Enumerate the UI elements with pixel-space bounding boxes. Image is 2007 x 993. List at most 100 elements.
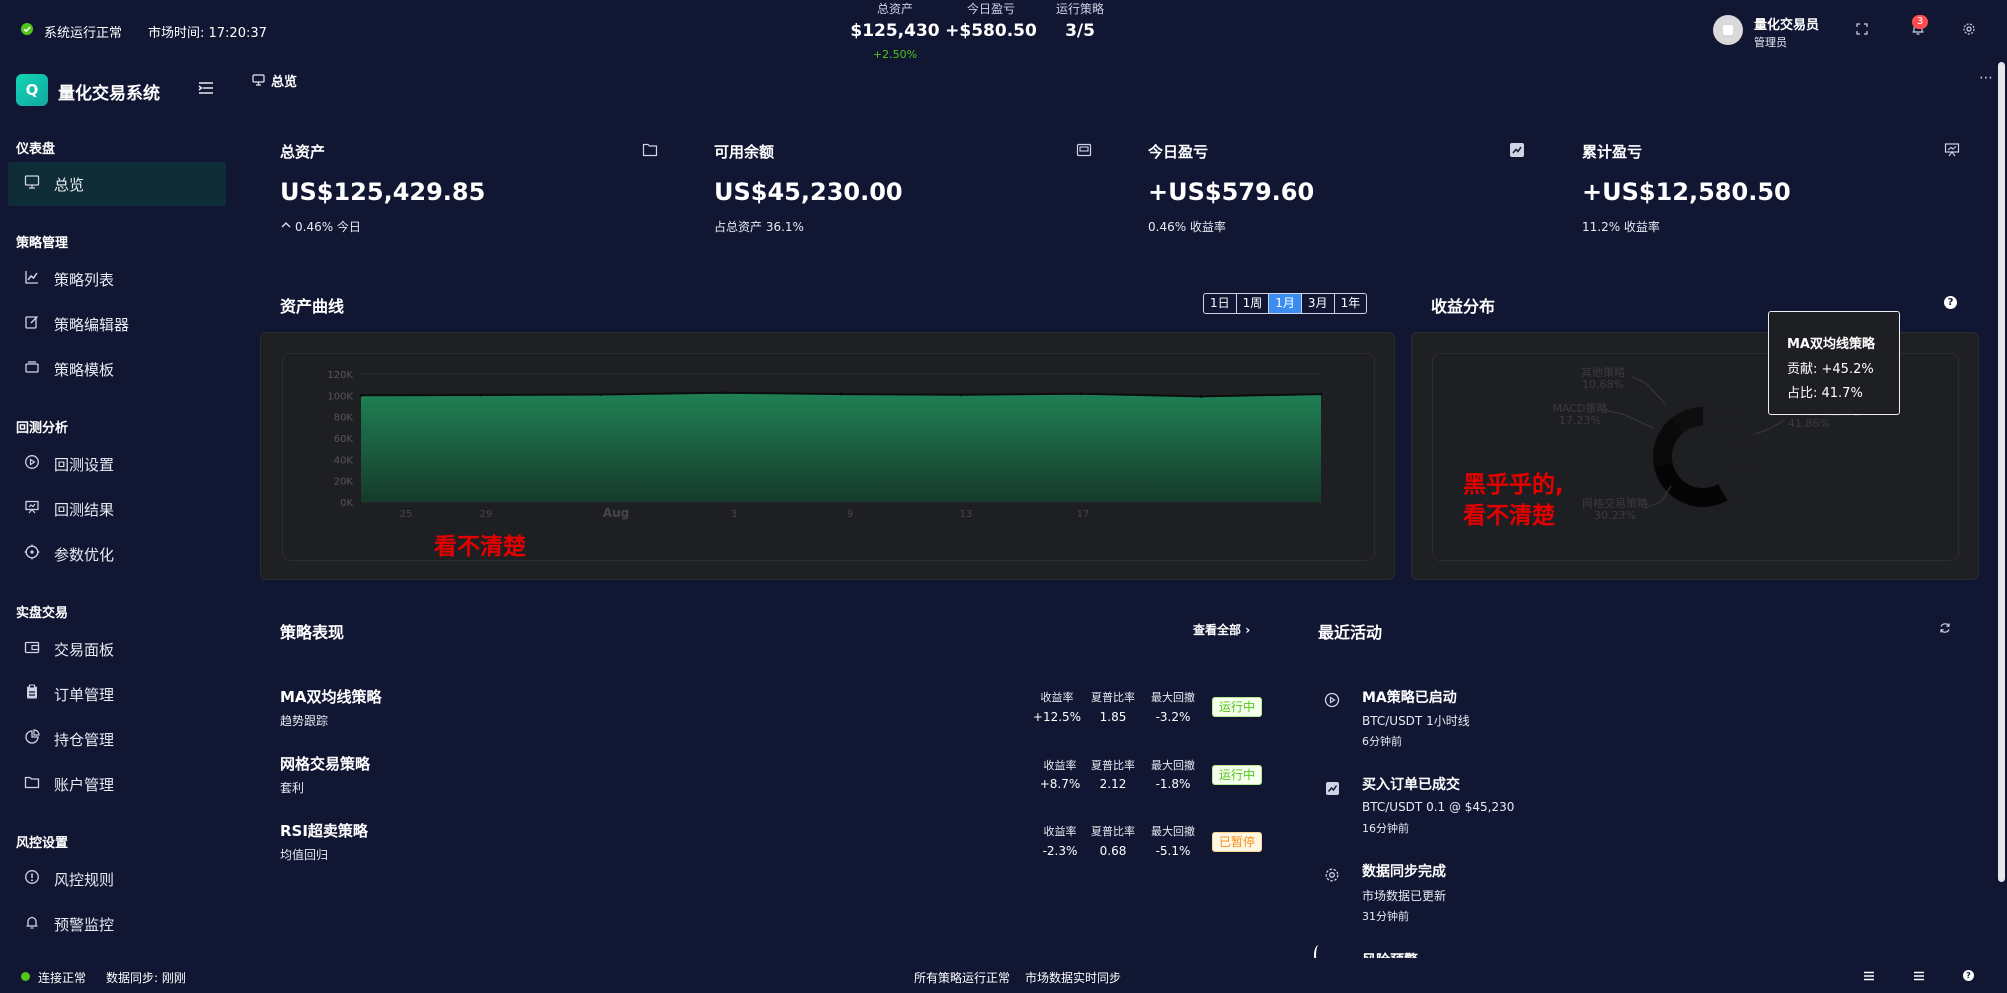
sidebar-item-label: 策略列表 [54,270,115,289]
pie-label: 其他策略 [1581,365,1625,379]
metric-label-drawdown: 最大回撤 [1151,759,1195,772]
x-tick-label: 13 [960,509,973,520]
connection-status: 连接正常 [38,971,87,985]
y-tick-label: 100K [327,391,353,402]
sidebar-item-label: 总览 [54,175,85,194]
chart-line-icon [24,269,44,289]
card-sub: 11.2% 收益率 [1582,220,1660,234]
x-tick-label: 25 [400,509,413,520]
app-logo: Q [16,74,48,106]
range-1w-button[interactable]: 1周 [1237,294,1270,313]
data-point [839,392,843,396]
stat-running-label: 运行策略 [1055,2,1104,16]
x-tick-label: Aug [603,506,629,520]
status-badge: 已暂停 [1212,832,1262,852]
metric-label-sharpe: 夏普比率 [1091,691,1135,704]
metric-label-return: 收益率 [1040,691,1074,704]
chevron-right-icon: › [1245,623,1251,637]
sidebar-item-strategy-template[interactable]: 策略模板 [8,347,226,391]
card-title: 总资产 [280,143,326,161]
section-dashboard: 仪表盘 [16,142,56,157]
range-1y-button[interactable]: 1年 [1335,294,1367,313]
sidebar-item-strategy-editor[interactable]: 策略编辑器 [8,302,226,346]
chevron-up-icon [281,221,291,229]
data-point [959,393,963,397]
pie-value-label: 41.86% [1788,417,1830,430]
range-3m-button[interactable]: 3月 [1302,294,1335,313]
sidebar-item-label: 策略模板 [54,360,115,379]
data-point [479,393,483,397]
top-bar: 系统运行正常 市场时间: 17:20:37 总资产 $125,430 +2.50… [0,0,2007,61]
more-options-icon[interactable]: ⋯ [1979,70,1993,86]
activity-desc: BTC/USDT 1小时线 [1362,714,1470,728]
range-1d-button[interactable]: 1日 [1204,294,1237,313]
sidebar-item-backtest-settings[interactable]: 回测设置 [8,442,226,486]
y-tick-label: 40K [334,455,354,466]
range-1m-button[interactable]: 1月 [1269,294,1302,313]
sidebar-item-overview[interactable]: 总览 [8,162,226,206]
gear-icon [1324,867,1342,885]
view-all-link[interactable]: 查看全部 › [1193,621,1250,638]
sidebar-item-param-optimization[interactable]: 参数优化 [8,532,226,576]
avatar[interactable] [1713,15,1743,45]
card-value: +US$12,580.50 [1582,178,1791,206]
sidebar-item-order-management[interactable]: 订单管理 [8,672,226,716]
x-tick-label: 29 [480,509,493,520]
asset-area [361,392,1321,502]
clipboard-icon [24,684,44,704]
strategy-name: 网格交易策略 [280,755,371,773]
view-all-label: 查看全部 [1193,623,1242,637]
sidebar-item-label: 预警监控 [54,915,115,934]
sidebar-item-trading-panel[interactable]: 交易面板 [8,627,226,671]
label-line [1630,375,1666,405]
sidebar-item-risk-rules[interactable]: 风控规则 [8,857,226,901]
data-point [719,391,723,395]
menu-toggle-icon[interactable] [198,81,214,95]
page-scrollbar[interactable] [1998,62,2005,882]
x-tick-label: 17 [1077,509,1090,520]
sidebar-item-position-management[interactable]: 持仓管理 [8,717,226,761]
stat-running-value: 3/5 [1065,21,1095,41]
refresh-icon[interactable] [1939,622,1951,634]
warning-icon [1314,945,1324,958]
sidebar-item-alert-monitor[interactable]: 预警监控 [8,902,226,946]
wallet-icon [1076,143,1092,159]
menu-icon[interactable] [1914,971,1924,981]
strategy-type: 均值回归 [280,848,329,862]
metric-sharpe: 1.85 [1099,710,1127,724]
status-bar: 连接正常 数据同步: 刚刚 所有策略运行正常 市场数据实时同步 ? [0,960,2007,993]
tooltip-contribution: 贡献: +45.2% [1787,362,1874,377]
connection-dot-icon [21,972,30,981]
list-icon[interactable] [1864,971,1874,981]
help-circle-icon[interactable]: ? [1963,970,1974,981]
sidebar-item-backtest-results[interactable]: 回测结果 [8,487,226,531]
target-icon [24,544,44,564]
data-point [599,392,603,396]
pie-label: 网格交易策略 [1582,496,1648,510]
fullscreen-icon[interactable] [1856,23,1868,35]
pie-value-label: 10.68% [1582,378,1624,391]
sidebar-item-label: 风控规则 [54,870,115,889]
play-circle-icon [1324,692,1342,710]
play-circle-icon [24,454,44,474]
pie-icon [24,729,44,749]
card-sub: 0.46% 今日 [295,220,361,234]
settings-gear-icon[interactable] [1962,22,1976,36]
market-sync-status: 市场数据实时同步 [1025,971,1122,985]
breadcrumb[interactable]: 总览 [271,71,297,90]
activity-desc: BTC/USDT 0.1 @ $45,230 [1362,800,1515,814]
sync-status: 数据同步: 刚刚 [106,971,186,985]
metric-drawdown: -3.2% [1155,710,1191,724]
sidebar-item-account-management[interactable]: 账户管理 [8,762,226,806]
user-name[interactable]: 量化交易员 [1754,14,1819,33]
metric-drawdown: -1.8% [1155,777,1191,791]
metric-drawdown: -5.1% [1155,844,1191,858]
y-tick-label: 80K [334,413,354,424]
sidebar-item-strategy-list[interactable]: 策略列表 [8,257,226,301]
trend-icon [1510,143,1526,159]
activity-item[interactable]: 风险预警 [1310,945,1910,958]
metric-label-sharpe: 夏普比率 [1091,759,1135,772]
help-icon[interactable]: ? [1944,296,1957,309]
section-risk: 风控设置 [16,836,69,851]
label-line [1602,409,1654,429]
